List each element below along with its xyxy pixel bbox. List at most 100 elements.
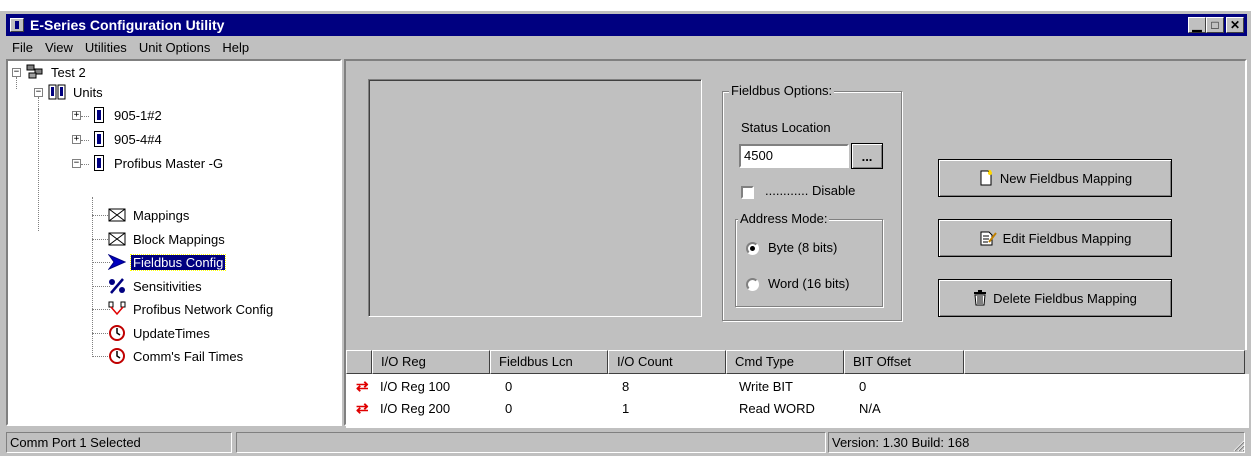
tree-item-units[interactable]: Units [48, 82, 105, 102]
percent-icon [108, 278, 126, 294]
cell-fieldbus-lcn: 0 [505, 401, 513, 416]
cell-io-reg: I/O Reg 100 [380, 379, 451, 394]
cell-io-count: 8 [622, 379, 630, 394]
edit-mapping-label: Edit Fieldbus Mapping [1002, 230, 1132, 246]
menu-help[interactable]: Help [216, 40, 255, 55]
collapse-root-toggle[interactable]: − [12, 68, 21, 77]
status-comm-port: Comm Port 1 Selected [6, 432, 232, 453]
tree-item-sensitivities[interactable]: Sensitivities [108, 276, 204, 296]
tree-item-block-mappings[interactable]: Block Mappings [108, 229, 227, 249]
column-header-io-count[interactable]: I/O Count [608, 350, 726, 374]
delete-mapping-label: Delete Fieldbus Mapping [993, 290, 1137, 306]
tree-item-label: UpdateTimes [133, 325, 210, 341]
menu-utilities[interactable]: Utilities [79, 40, 133, 55]
tree-item-root[interactable]: Test 2 [26, 62, 88, 82]
mappings-icon [108, 207, 126, 223]
tree-item-profibus-network-config[interactable]: Profibus Network Config [108, 299, 275, 319]
cell-fieldbus-lcn: 0 [505, 379, 513, 394]
preview-area [368, 79, 702, 317]
tree-view[interactable]: − Test 2 − Units + 905-1#2 + 905-4#4 − P… [6, 59, 342, 426]
edit-document-icon [979, 230, 997, 246]
title-bar[interactable]: E-Series Configuration Utility ▁ □ ✕ [6, 14, 1247, 36]
config-pane: Fieldbus Options: Status Location 4500 .… [344, 59, 1249, 428]
tree-item-label: Sensitivities [133, 278, 202, 294]
disable-checkbox[interactable] [741, 186, 754, 199]
tree-item-label-selected: Fieldbus Config [129, 253, 227, 271]
collapse-units-toggle[interactable]: − [34, 88, 43, 97]
trash-icon [973, 290, 987, 306]
mappings-table[interactable]: I/O Reg Fieldbus Lcn I/O Count Cmd Type … [346, 350, 1249, 428]
app-icon[interactable] [10, 18, 24, 32]
unit-icon [94, 131, 104, 147]
status-location-input[interactable]: 4500 [739, 144, 849, 168]
swap-arrows-icon: ⇄ [356, 400, 369, 417]
tree-item-fieldbus-config[interactable]: Fieldbus Config [107, 252, 227, 272]
new-fieldbus-mapping-button[interactable]: New Fieldbus Mapping [938, 159, 1172, 197]
fieldbus-options-title: Fieldbus Options: [729, 83, 835, 98]
cell-io-count: 1 [622, 401, 630, 416]
tree-item-label: Profibus Master -G [114, 155, 224, 171]
tree-item-label: 905-4#4 [114, 131, 162, 147]
close-button[interactable]: ✕ [1226, 17, 1244, 33]
swap-arrows-icon: ⇄ [356, 378, 369, 395]
column-header-cmd-type[interactable]: Cmd Type [726, 350, 844, 374]
expand-unit-1-toggle[interactable]: + [72, 111, 81, 120]
maximize-button[interactable]: □ [1206, 17, 1224, 33]
tree-item-profibus[interactable]: Profibus Master -G [90, 153, 225, 173]
byte-mode-label: Byte (8 bits) [768, 240, 838, 255]
byte-mode-radio[interactable] [746, 242, 759, 255]
window-title: E-Series Configuration Utility [30, 17, 225, 33]
table-row[interactable]: ⇄ I/O Reg 100 0 8 Write BIT 0 [346, 376, 1249, 398]
clock-icon [108, 348, 126, 364]
new-mapping-label: New Fieldbus Mapping [999, 170, 1133, 186]
cell-cmd-type: Read WORD [739, 401, 815, 416]
column-header-fieldbus-lcn[interactable]: Fieldbus Lcn [490, 350, 608, 374]
tree-item-comms-fail-times[interactable]: Comm's Fail Times [108, 346, 245, 366]
clock-icon [108, 325, 126, 341]
disable-label: ............ Disable [765, 183, 856, 198]
menu-view[interactable]: View [39, 40, 79, 55]
header-row-selector[interactable] [346, 350, 372, 374]
tree-item-mappings[interactable]: Mappings [108, 205, 191, 225]
block-mappings-icon [108, 231, 126, 247]
menu-file[interactable]: File [6, 40, 39, 55]
units-icon [48, 84, 66, 100]
menu-unit-options[interactable]: Unit Options [133, 40, 217, 55]
app-window: E-Series Configuration Utility ▁ □ ✕ Fil… [0, 11, 1251, 456]
unit-icon [94, 155, 104, 171]
edit-fieldbus-mapping-button[interactable]: Edit Fieldbus Mapping [938, 219, 1172, 257]
word-mode-radio[interactable] [746, 278, 759, 291]
new-document-icon [978, 170, 994, 186]
address-mode-group: Address Mode: Byte (8 bits) Word (16 bit… [735, 211, 883, 307]
status-location-label: Status Location [741, 120, 831, 135]
column-header-bit-offset[interactable]: BIT Offset [844, 350, 964, 374]
tree-item-unit-2[interactable]: 905-4#4 [90, 129, 164, 149]
status-version: Version: 1.30 Build: 168 [828, 432, 1245, 453]
table-header: I/O Reg Fieldbus Lcn I/O Count Cmd Type … [346, 350, 1249, 374]
tree-item-label: 905-1#2 [114, 107, 162, 123]
delete-fieldbus-mapping-button[interactable]: Delete Fieldbus Mapping [938, 279, 1172, 317]
menu-bar: File View Utilities Unit Options Help [6, 37, 255, 57]
cell-bit-offset: 0 [859, 379, 867, 394]
column-header-filler [964, 350, 1245, 374]
tree-item-label: Block Mappings [133, 231, 225, 247]
cell-cmd-type: Write BIT [739, 379, 793, 394]
network-config-icon [108, 301, 126, 317]
minimize-button[interactable]: ▁ [1188, 17, 1206, 33]
resize-grip-icon[interactable] [1231, 438, 1245, 452]
tree-item-update-times[interactable]: UpdateTimes [108, 323, 212, 343]
network-icon [26, 64, 44, 80]
column-header-io-reg[interactable]: I/O Reg [372, 350, 490, 374]
tree-item-unit-1[interactable]: 905-1#2 [90, 105, 164, 125]
status-middle [236, 432, 826, 453]
tree-item-label: Units [73, 84, 103, 100]
browse-button[interactable]: ... [851, 143, 883, 169]
cell-bit-offset: N/A [859, 401, 881, 416]
expand-unit-2-toggle[interactable]: + [72, 135, 81, 144]
collapse-profibus-toggle[interactable]: − [72, 159, 81, 168]
word-mode-label: Word (16 bits) [768, 276, 850, 291]
fieldbus-options-group: Fieldbus Options: Status Location 4500 .… [722, 83, 902, 321]
address-mode-title: Address Mode: [738, 211, 830, 226]
table-row[interactable]: ⇄ I/O Reg 200 0 1 Read WORD N/A [346, 398, 1249, 420]
tree-item-label: Mappings [133, 207, 190, 223]
